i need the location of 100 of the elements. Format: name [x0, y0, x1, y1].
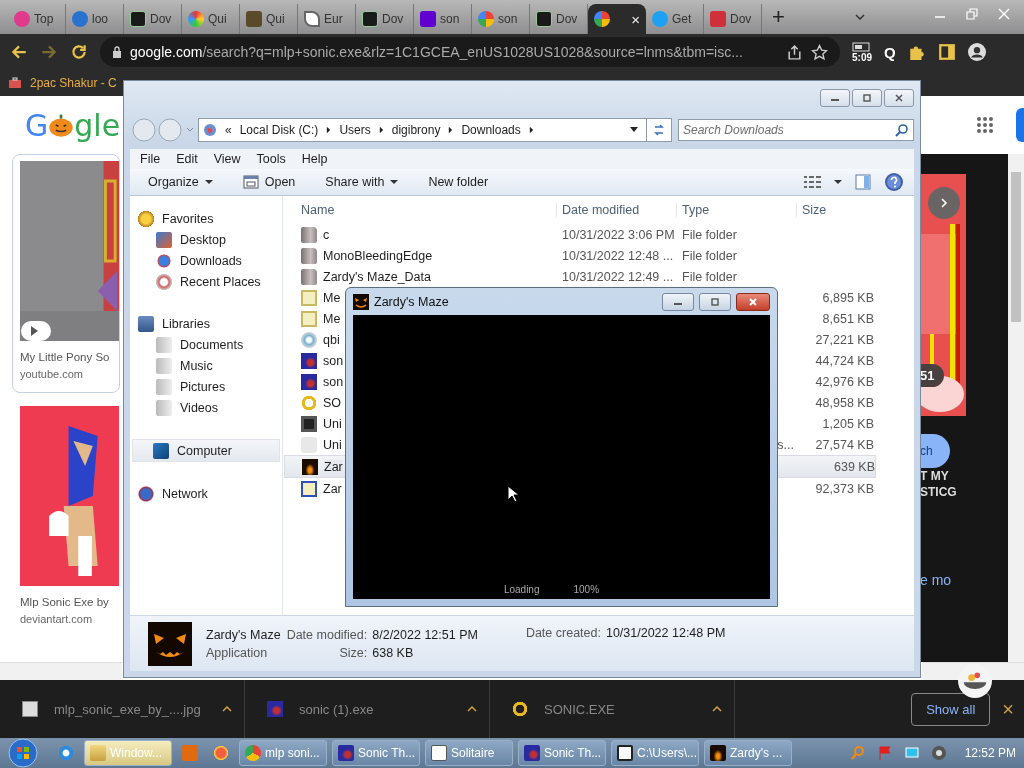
view-list-icon[interactable] [804, 174, 822, 190]
caret-icon[interactable] [834, 179, 842, 185]
more-link[interactable]: e mo [920, 572, 1008, 588]
help-icon[interactable] [884, 172, 904, 192]
nav-item[interactable]: Downloads [138, 250, 280, 271]
column-header[interactable]: Date modified [556, 203, 682, 217]
show-all-button[interactable]: Show all [911, 692, 991, 726]
open-button[interactable]: Open [242, 174, 296, 190]
side-panel-icon[interactable] [937, 43, 956, 61]
toolbar-button[interactable]: New folder [428, 175, 489, 189]
profile-icon[interactable] [967, 43, 986, 61]
item-name[interactable]: MonoBleedingEdge [323, 248, 433, 263]
close-button[interactable]: × [1002, 697, 1014, 721]
scrollbar[interactable] [0, 662, 122, 680]
field-label: Size: [338, 645, 368, 660]
clock[interactable]: 12:52 PM [964, 746, 1016, 760]
breadcrumb[interactable]: digibrony [391, 123, 441, 137]
site-icon [304, 11, 320, 27]
menu-item[interactable]: Help [301, 152, 328, 166]
menu-item[interactable]: View [213, 152, 241, 166]
search-field[interactable]: Search Downloads [678, 119, 914, 141]
sign-in-button[interactable] [1016, 108, 1024, 142]
apps-grid-icon[interactable] [976, 116, 994, 134]
close-icon [893, 94, 905, 102]
maximize-button[interactable] [852, 89, 882, 107]
minimize-button[interactable] [662, 292, 694, 311]
start-button[interactable] [8, 738, 38, 768]
extension-button[interactable]: Q [884, 43, 896, 61]
address-bar[interactable]: google.com/search?q=mlp+sonic.exe&rlz=1C1GCEA_enUS1028US1028&source=lnms&tbm=isc... [100, 37, 840, 67]
close-tab-button[interactable]: × [631, 10, 640, 28]
nav-item[interactable]: Favorites [138, 208, 280, 229]
speaker-icon[interactable] [930, 745, 947, 761]
pumpkin-face-icon [710, 745, 726, 761]
item-name[interactable]: son [323, 374, 344, 389]
library-folder-icon [156, 336, 172, 353]
item-name[interactable]: Zardy's Maze_Data [323, 269, 431, 284]
triangle-icon[interactable] [528, 126, 534, 134]
close-icon[interactable] [998, 8, 1010, 20]
item-name[interactable]: Uni [323, 437, 342, 452]
nav-item[interactable]: Documents [138, 334, 280, 355]
column-header[interactable]: Type [676, 203, 802, 217]
scrollbar[interactable] [1008, 154, 1024, 662]
menu-item[interactable]: Edit [176, 152, 198, 166]
nav-item[interactable]: Computer [132, 439, 280, 462]
result-card[interactable]: My Little Pony So youtube.com [12, 154, 120, 393]
star-icon[interactable] [811, 43, 828, 61]
address-field[interactable]: « Local Disk (C:) Users digibrony Downloads [198, 118, 672, 142]
breadcrumb[interactable]: Downloads [461, 123, 521, 137]
item-name[interactable]: Zar [323, 481, 342, 496]
back-icon[interactable] [10, 43, 28, 61]
caret-icon[interactable] [222, 706, 232, 712]
item-name[interactable]: Zar [324, 459, 343, 474]
triangle-icon[interactable] [448, 126, 454, 134]
site-icon [478, 11, 494, 27]
briefcase-icon [8, 77, 22, 89]
nav-item[interactable]: Desktop [138, 229, 280, 250]
nav-item[interactable]: Network [138, 483, 280, 504]
nav-item[interactable]: Recent Places [138, 271, 280, 292]
pumpkin-face-icon [353, 293, 369, 310]
nav-item[interactable]: Pictures [138, 376, 280, 397]
menu-item[interactable]: File [140, 152, 161, 166]
column-header[interactable]: Size [796, 203, 874, 217]
item-name[interactable]: SO [323, 395, 342, 410]
nav-item[interactable]: Libraries [138, 313, 280, 334]
site-icon [594, 11, 610, 27]
item-name[interactable]: Me [323, 311, 341, 326]
refresh-icon [652, 123, 666, 137]
close-button[interactable] [736, 292, 770, 311]
caret-icon[interactable] [712, 706, 722, 712]
nav-item[interactable]: Videos [138, 397, 280, 418]
result-card[interactable]: Mlp Sonic Exe by deviantart.com [12, 399, 120, 638]
share-icon[interactable] [786, 43, 803, 61]
item-name[interactable]: Me [323, 290, 341, 305]
minimize-button[interactable] [820, 89, 850, 107]
breadcrumb[interactable]: Users [339, 123, 371, 137]
chevron-icon[interactable] [854, 14, 865, 20]
google-logo[interactable]: G gle [25, 107, 121, 143]
item-name[interactable]: c [323, 227, 330, 242]
triangle-icon[interactable] [378, 126, 384, 134]
triangle-icon[interactable] [326, 126, 332, 134]
archive-icon [301, 480, 317, 497]
forward-icon[interactable] [40, 43, 58, 61]
item-name[interactable]: qbi [323, 332, 340, 347]
dropdown-icon[interactable] [630, 127, 638, 133]
item-name[interactable]: son [323, 353, 344, 368]
breadcrumb[interactable]: Local Disk (C:) [239, 123, 319, 137]
caret-icon[interactable] [467, 706, 477, 712]
toolbar-menu[interactable]: Share with [325, 175, 399, 189]
nav-item[interactable]: Music [138, 355, 280, 376]
bookmark-link[interactable]: 2pac Shakur - C [8, 76, 117, 90]
item-name[interactable]: Uni [323, 416, 342, 431]
search-button[interactable]: ch [920, 434, 950, 468]
menu-item[interactable]: Tools [256, 152, 286, 166]
close-button[interactable] [884, 89, 914, 107]
maximize-button[interactable] [699, 292, 731, 311]
toolbar-menu[interactable]: Organize [148, 175, 213, 189]
reload-icon[interactable] [70, 43, 88, 61]
monitor-icon[interactable] [903, 745, 920, 761]
browser-tab[interactable]: × [588, 4, 646, 34]
new-tab-button[interactable]: + [772, 4, 785, 30]
